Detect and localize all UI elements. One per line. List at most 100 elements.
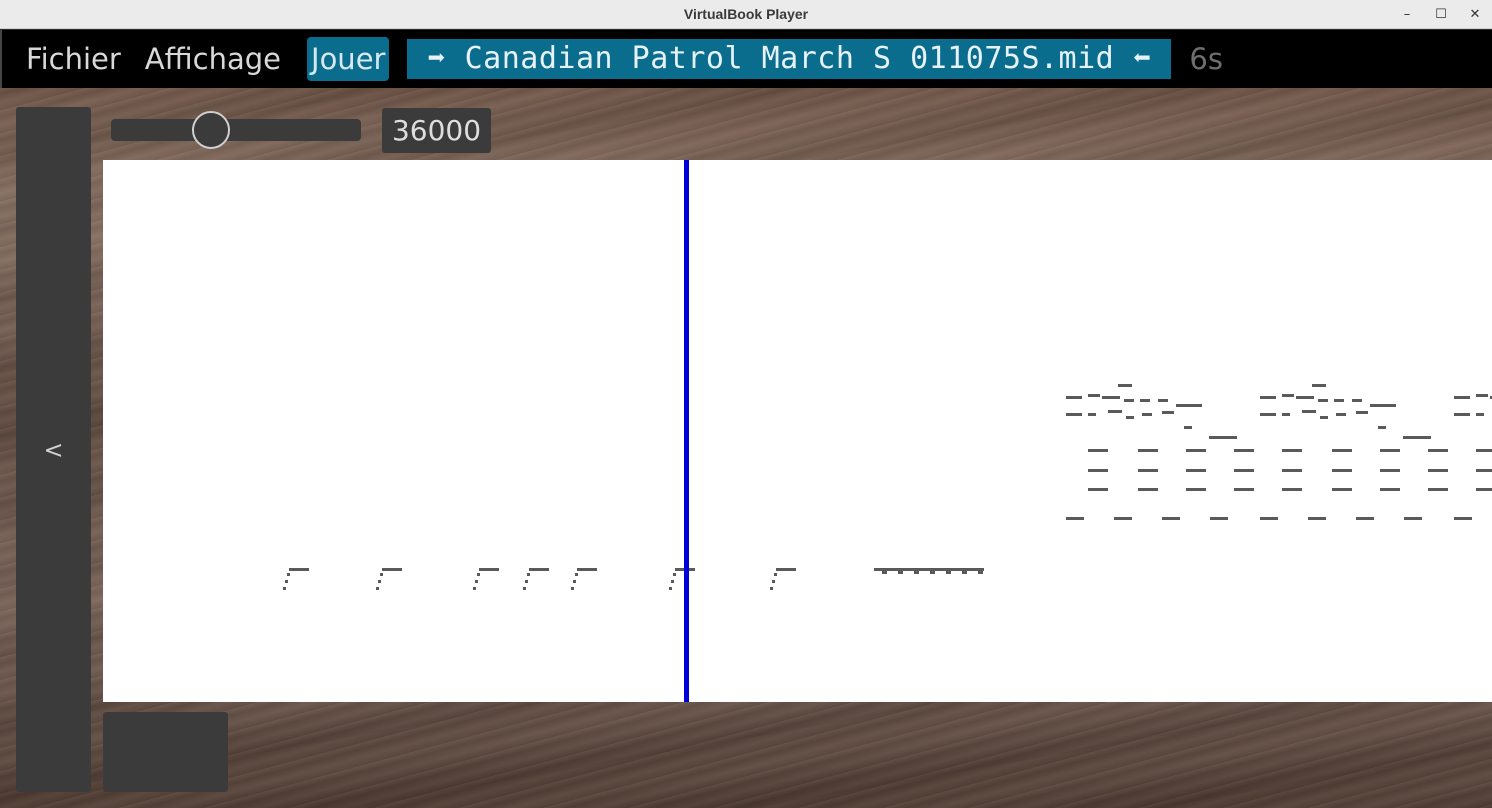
- note-mark: [573, 580, 576, 583]
- note-mark: [1209, 436, 1237, 439]
- note-mark: [1088, 449, 1108, 452]
- note-mark: [1282, 413, 1290, 416]
- note-mark: [1234, 488, 1254, 491]
- maximize-button[interactable]: ☐: [1424, 0, 1458, 29]
- chevron-left-icon: <: [43, 435, 64, 464]
- note-mark: [1140, 399, 1150, 402]
- note-mark: [1378, 426, 1386, 429]
- note-mark: [1428, 488, 1448, 491]
- note-mark: [1102, 396, 1120, 399]
- note-mark: [475, 580, 478, 583]
- speed-value: 36000: [382, 108, 491, 153]
- note-mark: [1234, 469, 1254, 472]
- note-mark: [287, 573, 290, 576]
- note-mark: [477, 573, 480, 576]
- note-mark: [1370, 404, 1396, 407]
- note-mark: [1162, 517, 1180, 520]
- note-mark: [1186, 449, 1206, 452]
- note-mark: [1312, 384, 1326, 387]
- note-mark: [1332, 469, 1352, 472]
- note-mark: [1403, 436, 1431, 439]
- current-file-title: ➡ Canadian Patrol March S 011075S.mid ⬅: [407, 39, 1172, 79]
- note-mark: [1476, 413, 1484, 416]
- note-mark: [1454, 517, 1472, 520]
- note-mark: [1138, 469, 1158, 472]
- note-mark: [283, 587, 286, 590]
- note-mark: [1318, 399, 1328, 402]
- note-mark: [1320, 416, 1328, 419]
- note-mark: [669, 587, 672, 590]
- speed-slider-thumb[interactable]: [192, 111, 230, 149]
- note-mark: [1124, 399, 1134, 402]
- bottom-control-box[interactable]: [103, 712, 228, 792]
- note-mark: [529, 568, 549, 571]
- menu-view[interactable]: Affichage: [133, 37, 293, 81]
- note-mark: [671, 580, 674, 583]
- note-mark: [380, 573, 383, 576]
- note-mark: [1282, 449, 1302, 452]
- note-mark: [1088, 469, 1108, 472]
- note-mark: [1380, 488, 1400, 491]
- window-titlebar: VirtualBook Player – ☐ ✕: [0, 0, 1492, 29]
- playhead-line: [684, 160, 689, 702]
- note-mark: [571, 587, 574, 590]
- note-mark: [1186, 488, 1206, 491]
- note-mark: [378, 580, 381, 583]
- note-mark: [289, 568, 309, 571]
- note-mark: [1282, 469, 1302, 472]
- note-mark: [1260, 396, 1276, 399]
- note-mark: [978, 571, 983, 574]
- note-mark: [525, 580, 528, 583]
- note-mark: [1138, 488, 1158, 491]
- note-mark: [772, 580, 775, 583]
- note-mark: [575, 573, 578, 576]
- note-mark: [673, 573, 676, 576]
- note-mark: [577, 568, 597, 571]
- note-mark: [1088, 488, 1108, 491]
- close-button[interactable]: ✕: [1458, 0, 1492, 29]
- note-mark: [1476, 488, 1492, 491]
- note-mark: [382, 568, 402, 571]
- note-mark: [1454, 396, 1470, 399]
- note-mark: [376, 587, 379, 590]
- play-button[interactable]: Jouer: [307, 37, 390, 81]
- window-controls: – ☐ ✕: [1390, 0, 1492, 29]
- previous-panel-button[interactable]: <: [16, 107, 91, 792]
- note-mark: [1336, 413, 1346, 416]
- note-mark: [1260, 517, 1278, 520]
- menu-bar: Fichier Affichage Jouer ➡ Canadian Patro…: [0, 30, 1492, 88]
- note-mark: [882, 571, 887, 574]
- note-mark: [1176, 404, 1202, 407]
- note-mark: [898, 571, 903, 574]
- note-mark: [285, 580, 288, 583]
- note-mark: [1158, 399, 1168, 402]
- note-mark: [1184, 426, 1192, 429]
- note-mark: [1352, 399, 1362, 402]
- menu-file[interactable]: Fichier: [14, 37, 133, 81]
- note-mark: [1476, 469, 1492, 472]
- note-mark: [1404, 517, 1422, 520]
- note-roll: [283, 160, 1492, 702]
- virtual-book-view[interactable]: [103, 160, 1492, 702]
- note-mark: [1138, 449, 1158, 452]
- note-mark: [1332, 488, 1352, 491]
- note-mark: [946, 571, 951, 574]
- elapsed-time: 6s: [1189, 42, 1223, 76]
- note-mark: [1118, 384, 1132, 387]
- speed-slider[interactable]: [111, 111, 361, 149]
- note-mark: [1088, 413, 1096, 416]
- note-mark: [1210, 517, 1228, 520]
- note-mark: [874, 568, 984, 571]
- note-mark: [1282, 394, 1294, 397]
- note-mark: [1308, 517, 1326, 520]
- note-mark: [527, 573, 530, 576]
- note-mark: [1380, 449, 1400, 452]
- note-mark: [1302, 410, 1316, 413]
- note-mark: [1428, 469, 1448, 472]
- note-mark: [1186, 469, 1206, 472]
- minimize-button[interactable]: –: [1390, 0, 1424, 29]
- note-mark: [1126, 416, 1134, 419]
- note-mark: [770, 587, 773, 590]
- note-mark: [479, 568, 499, 571]
- note-mark: [1234, 449, 1254, 452]
